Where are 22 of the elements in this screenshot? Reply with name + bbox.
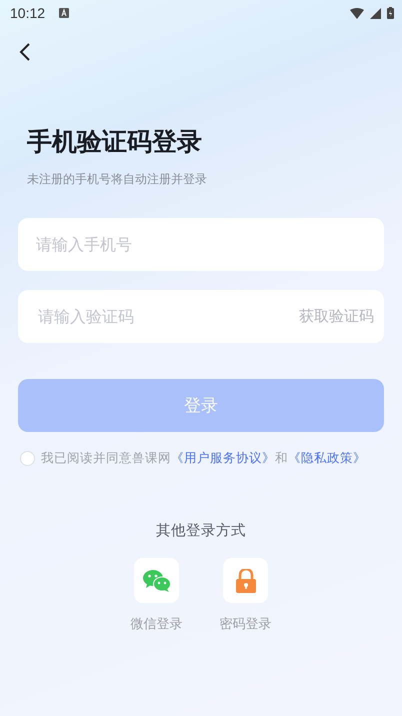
code-input-field[interactable]: 请输入验证码 获取验证码 (18, 290, 384, 343)
privacy-policy-link[interactable]: 《隐私政策》 (288, 450, 366, 465)
status-time: 10:12 (10, 5, 46, 21)
page-title: 手机验证码登录 (27, 127, 203, 157)
keyboard-icon (59, 8, 70, 18)
other-methods-title: 其他登录方式 (156, 522, 246, 540)
chat-bubbles-icon (142, 568, 170, 592)
wechat-login-label: 微信登录 (130, 616, 182, 633)
wifi-icon (350, 8, 364, 18)
password-login-button[interactable] (223, 558, 268, 603)
agreement-checkbox[interactable] (20, 451, 35, 466)
back-icon (19, 42, 31, 62)
page-subtitle: 未注册的手机号将自动注册并登录 (27, 171, 208, 188)
signal-icon (370, 8, 381, 18)
get-code-link[interactable]: 获取验证码 (299, 307, 374, 326)
password-login-label: 密码登录 (220, 616, 272, 633)
wechat-login-button[interactable] (134, 558, 179, 603)
battery-icon (387, 7, 394, 19)
agreement-text: 我已阅读并同意兽课网《用户服务协议》和《隐私政策》 (41, 450, 366, 467)
padlock-icon (234, 568, 256, 592)
service-agreement-link[interactable]: 《用户服务协议》 (171, 450, 275, 465)
phone-input-field[interactable]: 请输入手机号 (18, 218, 384, 271)
